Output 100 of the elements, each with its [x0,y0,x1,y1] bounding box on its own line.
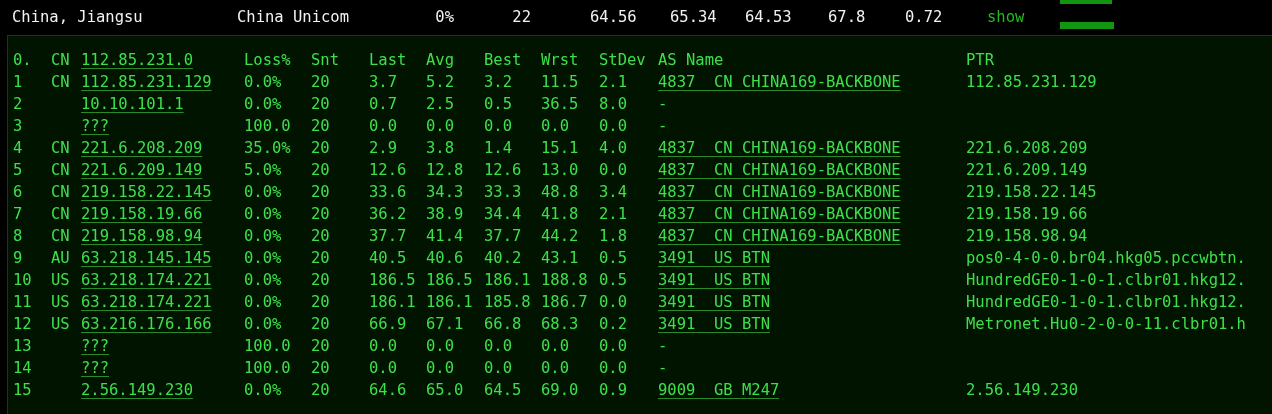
last-value: 64.56 [590,8,637,26]
host-link[interactable]: 112.85.231.129 [81,73,212,91]
loss-value: 0% [434,7,454,28]
country-code: AU [51,249,70,267]
host-link[interactable]: 219.158.98.94 [81,227,203,245]
host-link[interactable]: 221.6.209.149 [81,161,203,179]
table-cell: 3.4 [599,183,627,201]
as-link[interactable]: 4837 CN CHINA169-BACKBONE [658,183,901,201]
as-text: - [658,337,668,355]
table-cell: 8.0 [599,95,627,113]
header-cell-text: Wrst [541,50,580,71]
table-cell: 186.1 [369,293,416,311]
table-cell: 40.6 [426,249,464,267]
ptr-text: 221.6.208.209 [966,139,1088,157]
table-cell: 2.9 [369,139,397,157]
table-cell: 0.0% [244,183,282,201]
country-code: CN [51,161,70,179]
hop-number: 4 [13,138,24,159]
table-cell: 0.7 [369,95,397,113]
worst-value: 67.8 [828,7,867,28]
host-link[interactable]: 63.218.174.221 [81,271,212,289]
as-link[interactable]: 4837 CN CHINA169-BACKBONE [658,205,901,223]
table-cell: 34.3 [426,183,464,201]
table-cell: 0.0 [541,117,569,135]
table-cell: 20 [311,183,330,201]
table-cell: 0.5 [599,271,627,289]
table-cell: 20 [311,139,330,157]
header-cell-text: Avg [426,50,455,71]
avg-value: 65.34 [670,7,718,28]
table-cell: 0.0 [599,161,627,179]
as-link[interactable]: 4837 CN CHINA169-BACKBONE [658,139,901,157]
table-cell: 0.0% [244,381,282,399]
host-link[interactable]: 112.85.231.0 [81,51,193,69]
country-code: US [51,271,70,289]
hop-number: 12 [13,314,33,335]
table-cell: 0.0 [369,359,397,377]
status-bar [1060,0,1112,4]
show-link[interactable]: show [987,8,1025,26]
table-cell: 0.0% [244,249,282,267]
table-cell: 0.0% [244,73,282,91]
table-cell: 41.8 [541,205,579,223]
table-cell: 100.0 [244,337,291,355]
table-cell: 2.1 [599,73,627,91]
ptr-text: 112.85.231.129 [966,73,1097,91]
as-text: - [658,117,668,135]
table-cell: 0.0% [244,95,282,113]
country-code: CN [51,227,70,245]
ptr-text: HundredGE0-1-0-1.clbr01.hkg12. [966,293,1246,311]
as-link[interactable]: 3491 US BTN [658,315,770,333]
table-cell: 44.2 [541,227,579,245]
table-cell: 13.0 [541,161,579,179]
host-link[interactable]: 63.218.145.145 [81,249,212,267]
location-text: China, Jiangsu [12,7,144,28]
table-cell: 36.2 [369,205,407,223]
hop-number: 3 [13,116,24,137]
table-cell: 186.5 [426,271,473,289]
table-cell: 0.9 [599,381,627,399]
as-link[interactable]: 9009 GB M247 [658,381,780,399]
header-cell-text: AS Name [658,50,725,71]
ptr-text: Metronet.Hu0-2-0-0-11.clbr01.h [966,315,1246,333]
table-cell: 0.0 [369,117,397,135]
host-link[interactable]: ??? [81,359,109,377]
table-cell: 1.8 [599,227,627,245]
ptr-text: 219.158.19.66 [966,205,1088,223]
table-cell: 20 [311,315,330,333]
country-code: US [51,293,70,311]
host-link[interactable]: ??? [81,337,109,355]
as-link[interactable]: 3491 US BTN [658,293,770,311]
country-code: US [51,315,70,333]
best-value: 64.53 [745,7,793,28]
as-link[interactable]: 4837 CN CHINA169-BACKBONE [658,73,901,91]
host-link[interactable]: 219.158.22.145 [81,183,212,201]
table-cell: 20 [311,95,330,113]
as-link[interactable]: 4837 CN CHINA169-BACKBONE [658,227,901,245]
table-cell: 38.9 [426,205,464,223]
as-link[interactable]: 3491 US BTN [658,249,770,267]
as-text: - [658,359,668,377]
as-link[interactable]: 4837 CN CHINA169-BACKBONE [658,161,901,179]
host-link[interactable]: 221.6.208.209 [81,139,203,157]
host-link[interactable]: 63.218.174.221 [81,293,212,311]
hop-number: 1 [13,72,24,93]
host-link[interactable]: 219.158.19.66 [81,205,203,223]
table-cell: 36.5 [541,95,579,113]
table-cell: 12.6 [484,161,522,179]
host-link[interactable]: 63.216.176.166 [81,315,212,333]
table-cell: 0.5 [484,95,512,113]
table-cell: 0.0 [599,337,627,355]
table-cell: 3.7 [369,73,397,91]
host-link[interactable]: 2.56.149.230 [81,381,193,399]
table-cell: 20 [311,117,330,135]
table-cell: 2.1 [599,205,627,223]
as-link[interactable]: 3491 US BTN [658,271,770,289]
hop-number: 11 [13,292,33,313]
table-cell: 0.0 [541,337,569,355]
table-cell: 20 [311,227,330,245]
table-cell: 66.9 [369,315,407,333]
host-link[interactable]: 10.10.101.1 [81,95,184,113]
table-cell: 64.6 [369,381,407,399]
host-link[interactable]: ??? [81,117,109,135]
table-cell: 0.0 [484,359,512,377]
